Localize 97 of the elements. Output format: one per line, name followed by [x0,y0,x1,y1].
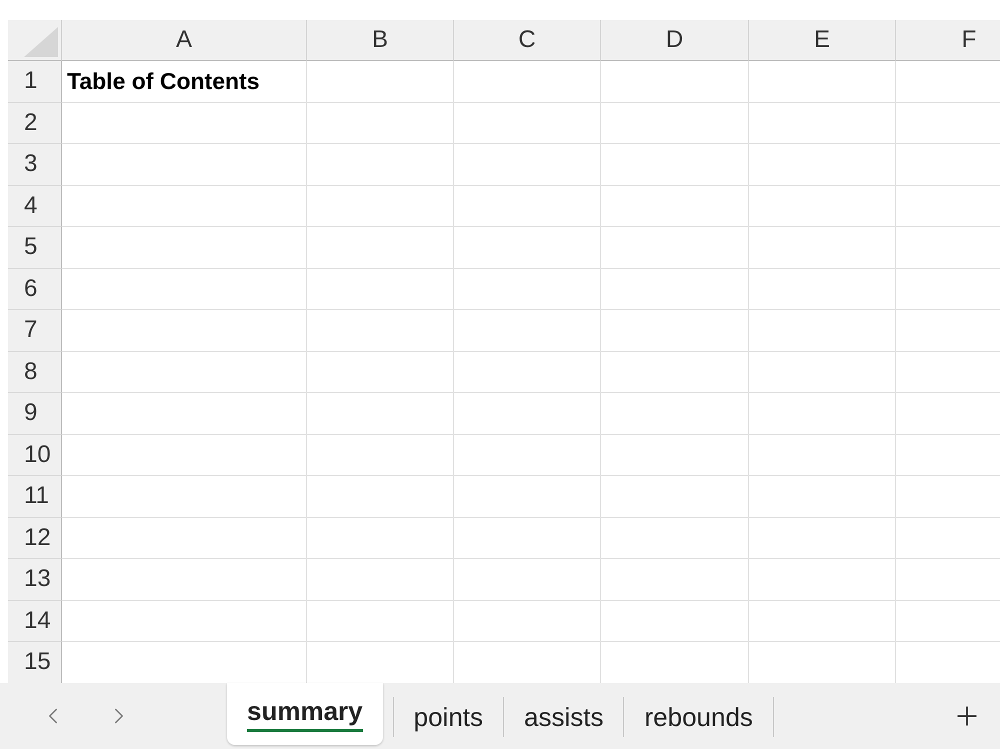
table-cell[interactable] [749,144,896,186]
table-cell[interactable] [454,227,601,268]
table-cell[interactable] [749,268,896,310]
row-header[interactable]: 8 [8,352,62,393]
table-cell[interactable] [307,227,454,268]
table-cell[interactable] [62,268,307,310]
row-header[interactable]: 2 [8,102,62,144]
row-header[interactable]: 13 [8,559,62,600]
column-header[interactable]: B [307,20,454,61]
table-cell[interactable] [749,352,896,393]
table-cell[interactable] [601,144,749,186]
table-cell[interactable] [601,476,749,518]
table-cell[interactable] [601,393,749,434]
sheet-tab[interactable]: points [394,683,504,749]
table-cell[interactable] [62,144,307,186]
table-cell[interactable] [62,393,307,434]
column-header[interactable]: C [454,20,601,61]
table-cell[interactable] [601,352,749,393]
table-cell[interactable] [749,186,896,227]
triangle-icon [24,27,58,57]
table-cell[interactable] [62,476,307,518]
select-all-corner[interactable] [8,20,62,61]
row-header[interactable]: 14 [8,600,62,642]
table-cell[interactable] [601,559,749,600]
table-cell[interactable] [454,102,601,144]
table-cell[interactable] [307,476,454,518]
table-cell[interactable] [454,559,601,600]
row-header[interactable]: 12 [8,518,62,559]
column-header[interactable]: D [601,20,749,61]
table-cell[interactable] [307,600,454,642]
table-cell[interactable] [749,310,896,352]
table-cell[interactable] [454,61,601,102]
table-cell[interactable] [749,559,896,600]
table-cell[interactable] [454,434,601,476]
table-cell[interactable] [749,476,896,518]
row-header[interactable]: 4 [8,186,62,227]
table-cell[interactable] [454,186,601,227]
row-header[interactable]: 11 [8,476,62,518]
row-header[interactable]: 7 [8,310,62,352]
table-cell[interactable] [307,559,454,600]
column-header[interactable]: A [62,20,307,61]
table-cell[interactable] [62,186,307,227]
table-cell[interactable] [601,61,749,102]
table-cell[interactable] [749,227,896,268]
row-header[interactable]: 15 [8,642,62,683]
table-cell[interactable] [749,518,896,559]
row-header[interactable]: 9 [8,393,62,434]
table-cell[interactable] [307,186,454,227]
table-cell[interactable] [454,393,601,434]
row-header[interactable]: 3 [8,144,62,186]
row-header[interactable]: 5 [8,227,62,268]
table-cell[interactable] [749,600,896,642]
table-cell[interactable] [601,227,749,268]
table-cell[interactable] [307,144,454,186]
table-cell[interactable] [307,310,454,352]
sheet-tab[interactable]: summary [227,683,383,745]
table-cell[interactable] [307,518,454,559]
table-cell[interactable] [62,352,307,393]
table-cell[interactable] [749,102,896,144]
table-cell[interactable] [62,310,307,352]
table-cell[interactable]: Table of Contents [62,61,307,102]
sheet-tab[interactable]: rebounds [624,683,773,749]
table-cell[interactable] [454,600,601,642]
table-cell[interactable] [454,352,601,393]
sheet-tab[interactable]: assists [504,683,624,749]
table-cell[interactable] [62,600,307,642]
table-cell[interactable] [307,434,454,476]
table-cell[interactable] [601,268,749,310]
table-cell[interactable] [62,434,307,476]
table-cell[interactable] [454,310,601,352]
table-cell[interactable] [601,310,749,352]
table-cell[interactable] [601,600,749,642]
table-cell[interactable] [454,476,601,518]
table-cell[interactable] [601,434,749,476]
table-cell[interactable] [454,268,601,310]
row-header[interactable]: 1 [8,61,62,102]
table-cell[interactable] [62,559,307,600]
table-cell[interactable] [307,102,454,144]
table-cell[interactable] [454,144,601,186]
table-cell[interactable] [601,102,749,144]
row-header[interactable]: 6 [8,268,62,310]
column-header[interactable]: F [896,20,1000,61]
table-cell[interactable] [601,186,749,227]
table-cell[interactable] [749,393,896,434]
table-cell[interactable] [307,352,454,393]
row-header[interactable]: 10 [8,434,62,476]
table-cell[interactable] [307,61,454,102]
table-cell[interactable] [749,61,896,102]
table-cell[interactable] [454,518,601,559]
table-cell[interactable] [62,227,307,268]
table-cell[interactable] [307,393,454,434]
table-cell[interactable] [601,518,749,559]
table-cell[interactable] [307,268,454,310]
column-header[interactable]: E [749,20,896,61]
table-cell[interactable] [749,434,896,476]
table-cell[interactable] [62,102,307,144]
table-cell[interactable] [62,518,307,559]
